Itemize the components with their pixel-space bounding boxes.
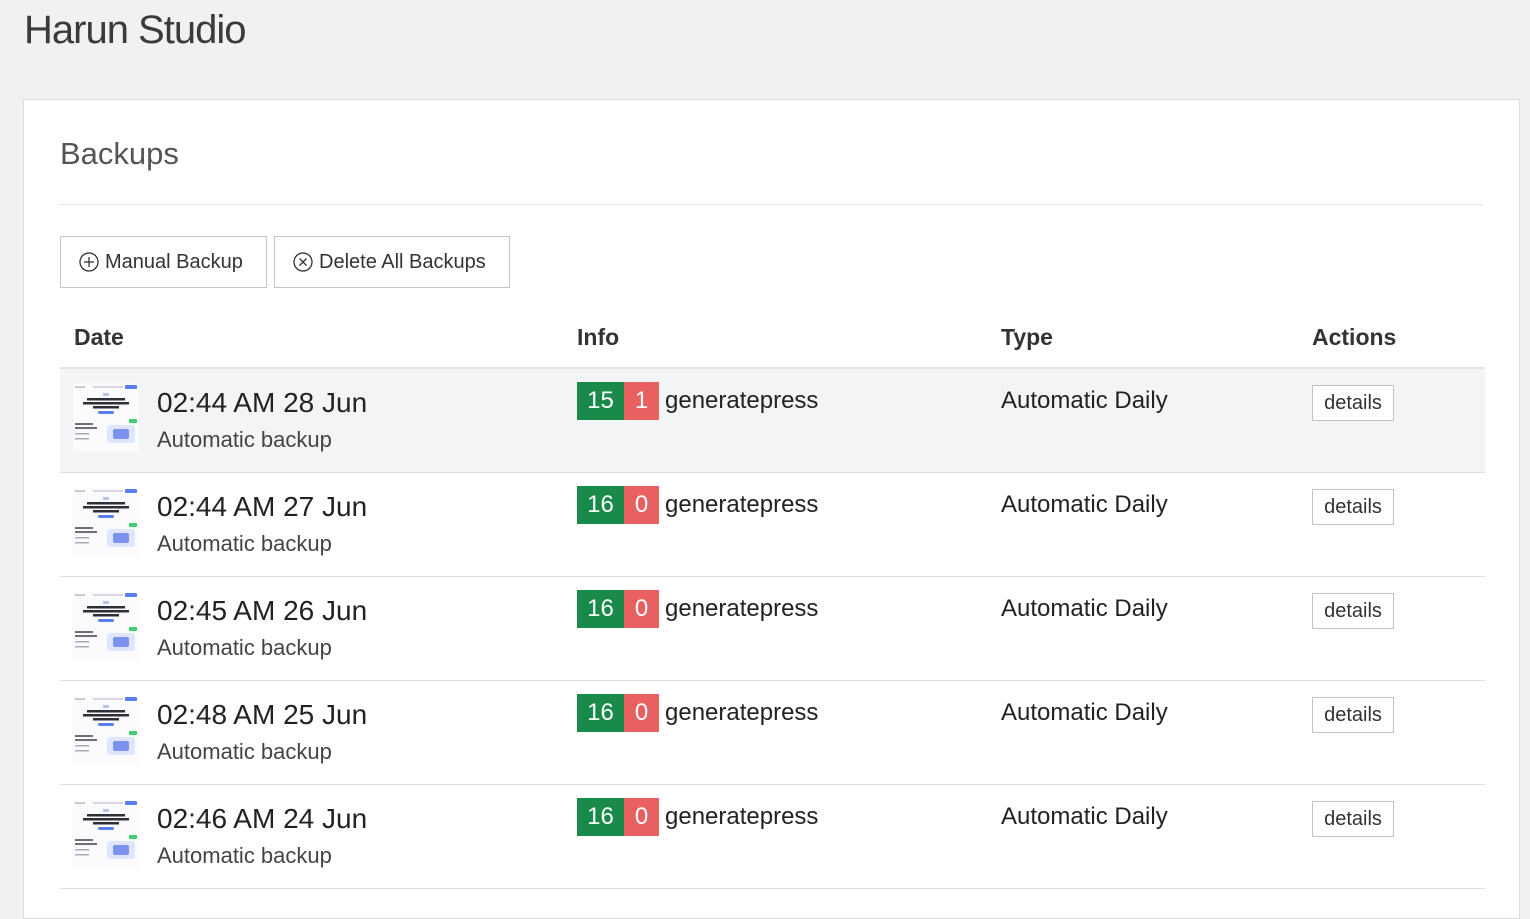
table-row: 02:45 AM 26 Jun Automatic backup 16 0 ge… (60, 577, 1485, 681)
backup-type: Automatic Daily (1001, 491, 1168, 518)
success-count-badge: 16 (577, 694, 624, 732)
table-row: 02:44 AM 27 Jun Automatic backup 16 0 ge… (60, 473, 1485, 577)
theme-name: generatepress (665, 387, 819, 414)
backup-counts: 16 0 (577, 590, 659, 628)
theme-name: generatepress (665, 491, 819, 518)
theme-name: generatepress (665, 595, 819, 622)
backup-subtitle: Automatic backup (157, 843, 332, 868)
failure-count-badge: 0 (624, 590, 659, 628)
failure-count-badge: 1 (624, 382, 659, 420)
failure-count-badge: 0 (624, 694, 659, 732)
details-button[interactable]: details (1312, 489, 1394, 525)
success-count-badge: 16 (577, 798, 624, 836)
manual-backup-label: Manual Backup (105, 250, 243, 273)
details-button[interactable]: details (1312, 593, 1394, 629)
backup-subtitle: Automatic backup (157, 739, 332, 764)
site-thumbnail (73, 695, 139, 765)
table-row: 02:46 AM 24 Jun Automatic backup 16 0 ge… (60, 785, 1485, 889)
site-title: Harun Studio (24, 8, 246, 52)
backup-date: 02:48 AM 25 Jun (157, 699, 368, 730)
column-header-info: Info (577, 324, 620, 350)
site-thumbnail (73, 383, 139, 453)
site-thumbnail (73, 591, 139, 661)
success-count-badge: 15 (577, 382, 624, 420)
success-count-badge: 16 (577, 486, 624, 524)
backups-panel: Backups Manual Backup Delete All Backups… (23, 99, 1520, 919)
details-button[interactable]: details (1312, 385, 1394, 421)
site-thumbnail (73, 799, 139, 869)
panel-divider (60, 204, 1483, 205)
details-button[interactable]: details (1312, 801, 1394, 837)
table-row: 02:44 AM 28 Jun Automatic backup 15 1 ge… (60, 369, 1485, 473)
backup-date: 02:44 AM 27 Jun (157, 491, 368, 522)
backups-table: Date Info Type Actions 02:44 AM 28 Jun A… (60, 306, 1485, 889)
backup-counts: 16 0 (577, 798, 659, 836)
site-thumbnail (73, 487, 139, 557)
failure-count-badge: 0 (624, 486, 659, 524)
column-header-actions: Actions (1312, 324, 1397, 350)
delete-all-backups-button[interactable]: Delete All Backups (274, 236, 510, 288)
backup-counts: 16 0 (577, 694, 659, 732)
backup-subtitle: Automatic backup (157, 635, 332, 660)
plus-circle-icon (79, 252, 99, 272)
column-header-type: Type (1001, 324, 1053, 350)
theme-name: generatepress (665, 803, 819, 830)
backup-type: Automatic Daily (1001, 699, 1168, 726)
backup-counts: 16 0 (577, 486, 659, 524)
backup-date: 02:46 AM 24 Jun (157, 803, 368, 834)
success-count-badge: 16 (577, 590, 624, 628)
backup-type: Automatic Daily (1001, 387, 1168, 414)
backup-subtitle: Automatic backup (157, 427, 332, 452)
backup-date: 02:45 AM 26 Jun (157, 595, 368, 626)
backup-subtitle: Automatic backup (157, 531, 332, 556)
backup-type: Automatic Daily (1001, 803, 1168, 830)
manual-backup-button[interactable]: Manual Backup (60, 236, 267, 288)
theme-name: generatepress (665, 699, 819, 726)
panel-title: Backups (60, 136, 179, 171)
backup-counts: 15 1 (577, 382, 659, 420)
failure-count-badge: 0 (624, 798, 659, 836)
backup-date: 02:44 AM 28 Jun (157, 387, 368, 418)
table-header: Date Info Type Actions (60, 306, 1485, 369)
table-row: 02:48 AM 25 Jun Automatic backup 16 0 ge… (60, 681, 1485, 785)
x-circle-icon (293, 252, 313, 272)
details-button[interactable]: details (1312, 697, 1394, 733)
column-header-date: Date (74, 324, 124, 350)
backup-type: Automatic Daily (1001, 595, 1168, 622)
delete-all-backups-label: Delete All Backups (319, 250, 486, 273)
